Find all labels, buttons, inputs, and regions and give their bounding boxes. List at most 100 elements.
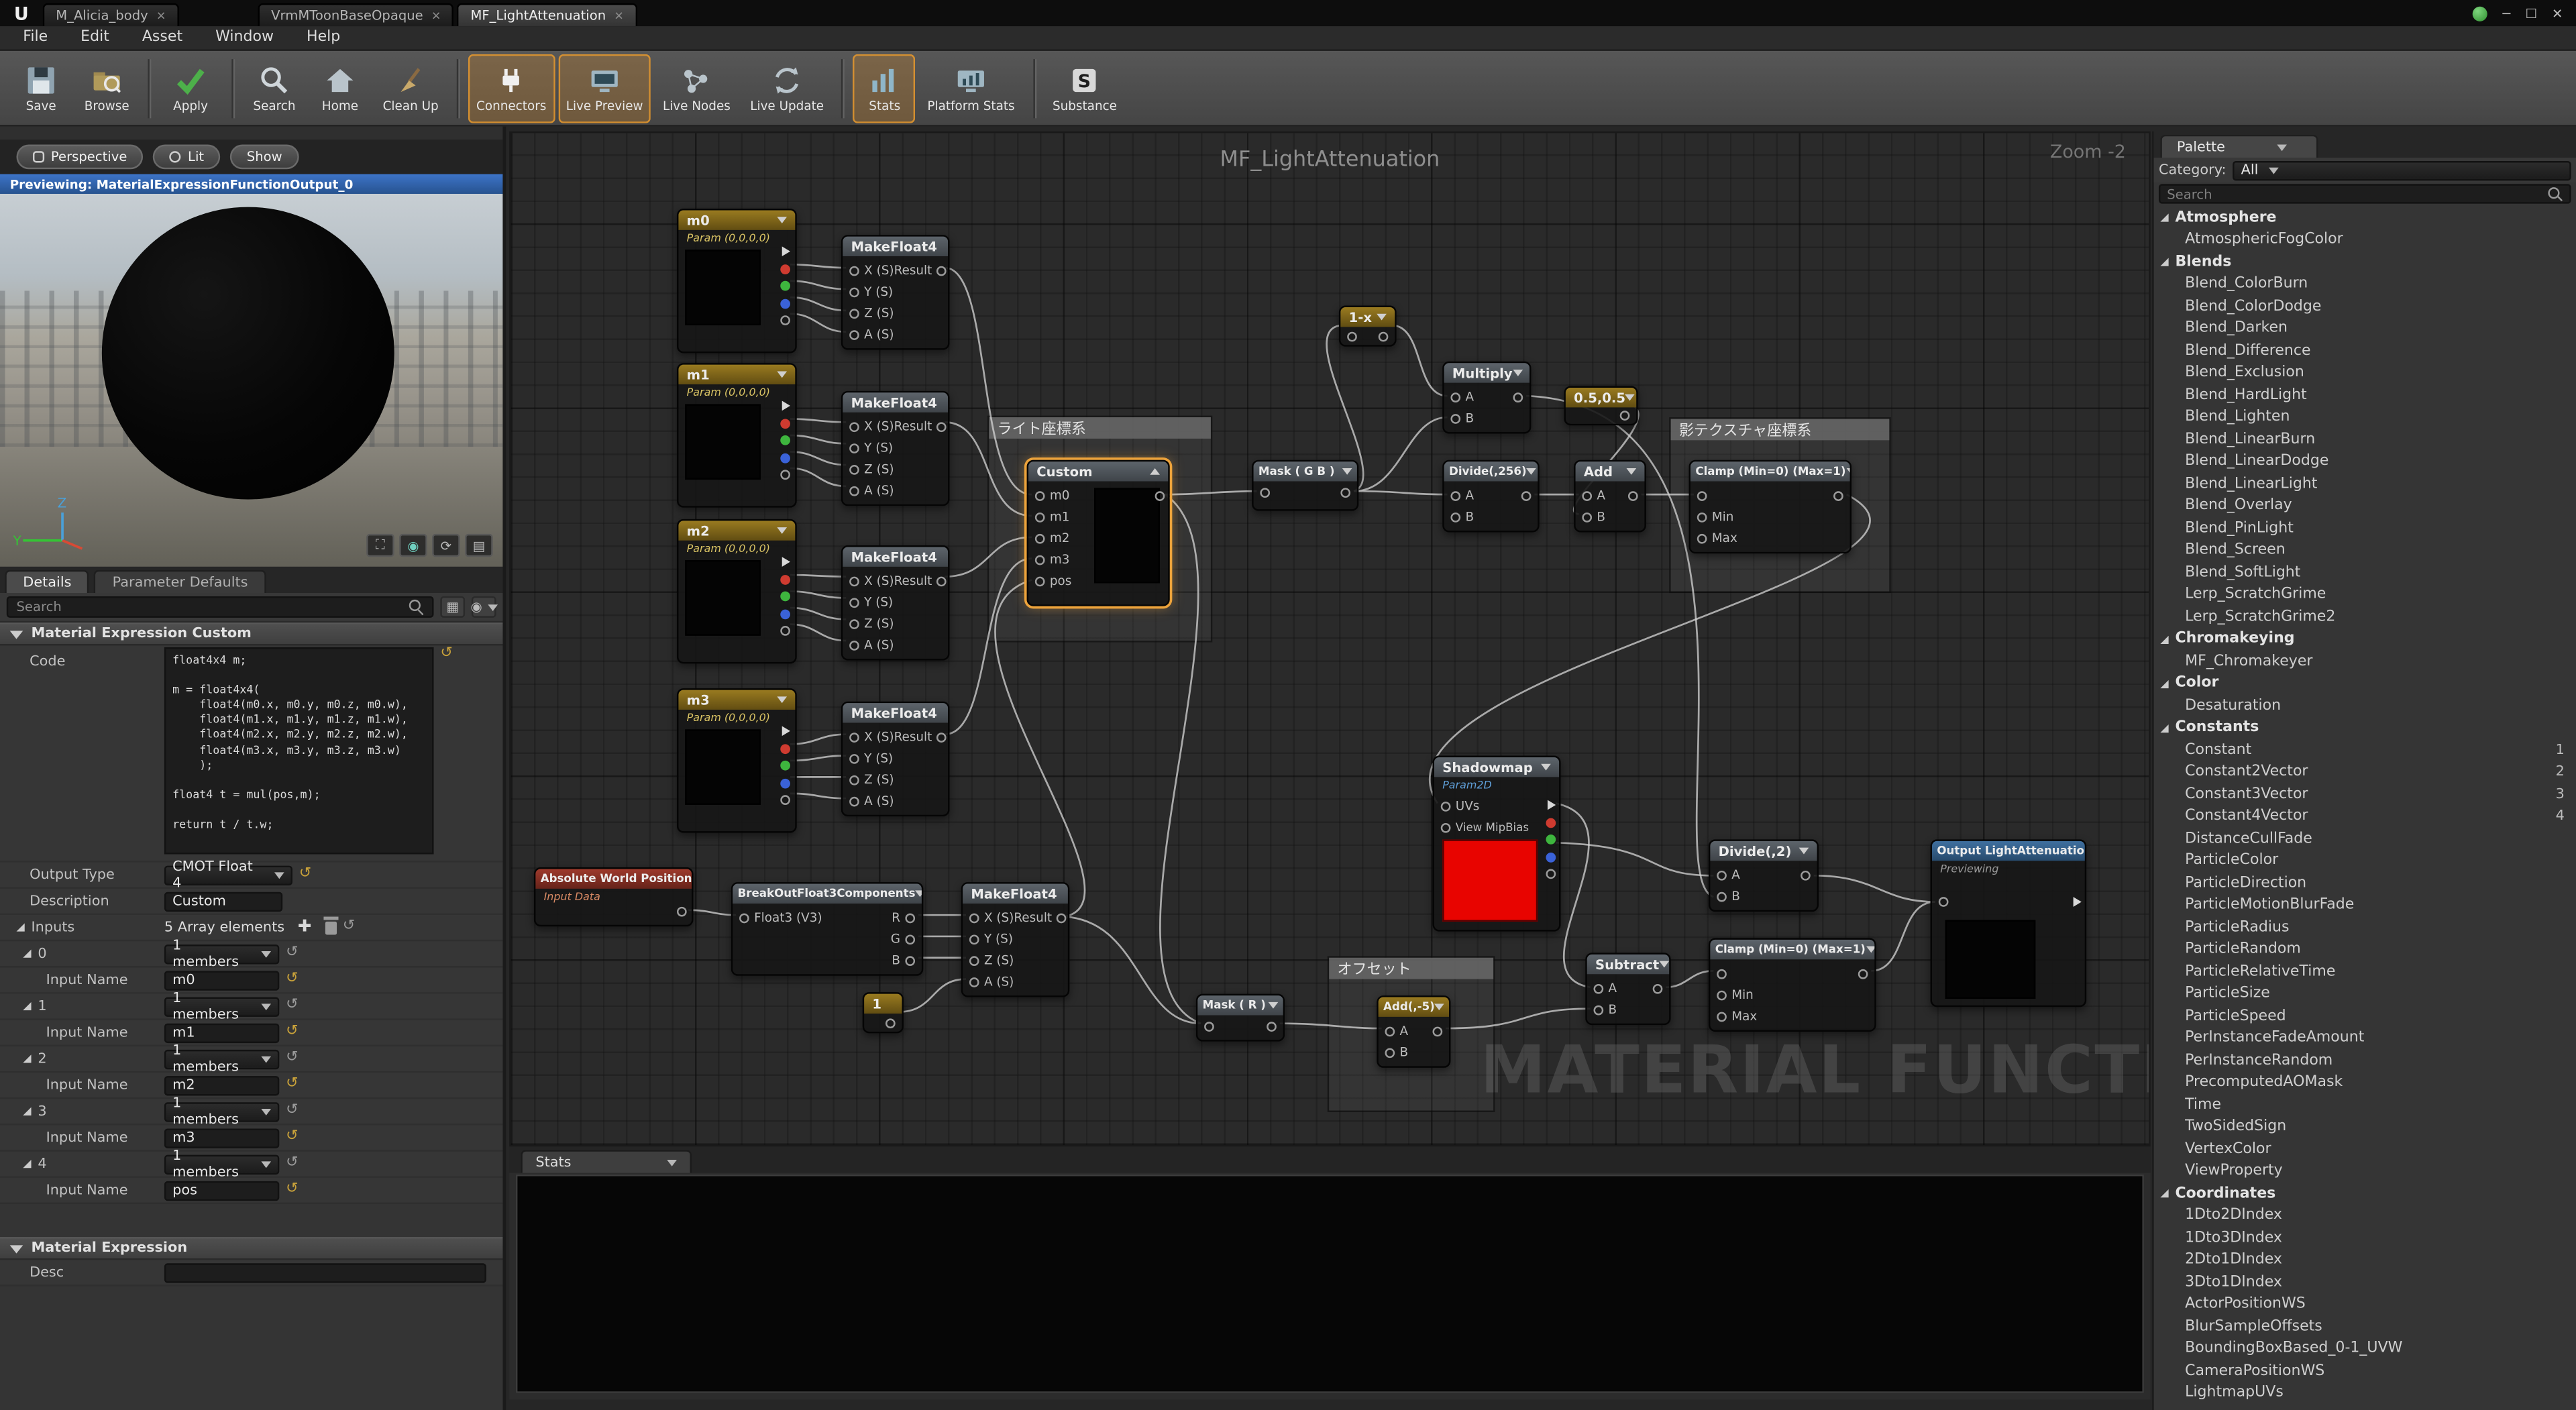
- pin-out[interactable]: [2074, 897, 2082, 907]
- palette-item[interactable]: BoundingBoxBased_0-1_UVW: [2154, 1338, 2576, 1360]
- pin-in[interactable]: [1204, 1021, 1214, 1031]
- reset-name-icon[interactable]: ↺: [286, 1025, 298, 1040]
- palette-item[interactable]: Blend_ColorDodge: [2154, 296, 2576, 318]
- minimize-button[interactable]: ─: [2503, 6, 2511, 21]
- pin-z-in[interactable]: [849, 775, 859, 785]
- pin-result-out[interactable]: [937, 576, 947, 586]
- palette-item[interactable]: Blend_Screen: [2154, 539, 2576, 561]
- palette-item[interactable]: Constant3Vector 3: [2154, 783, 2576, 806]
- search-button[interactable]: Search: [243, 54, 305, 123]
- pin-out[interactable]: [1833, 490, 1843, 500]
- pin-z-in[interactable]: [849, 308, 859, 318]
- node-half-constant[interactable]: 0.5,0.5: [1564, 386, 1638, 426]
- close-window-button[interactable]: ✕: [2552, 6, 2563, 21]
- pin-rgb-out[interactable]: [782, 246, 790, 256]
- show-button[interactable]: Show: [230, 145, 299, 170]
- pin-mipbias-in[interactable]: [1441, 822, 1451, 832]
- pin-result-out[interactable]: [1155, 491, 1165, 501]
- node-add-neg5[interactable]: Add(,-5) A B: [1377, 995, 1450, 1068]
- pin-y-in[interactable]: [849, 597, 859, 607]
- node-breakoutfloat3components[interactable]: BreakOutFloat3Components Float3 (V3)R G …: [731, 882, 924, 976]
- pin-in[interactable]: [1347, 331, 1357, 341]
- pin-b-out[interactable]: [780, 453, 790, 463]
- connectors-button[interactable]: Connectors: [468, 54, 555, 123]
- code-editor[interactable]: float4x4 m; m = float4x4( float4(m0.x, m…: [164, 647, 434, 855]
- pin-r-out[interactable]: [1546, 817, 1556, 827]
- expander-icon[interactable]: [23, 1160, 31, 1168]
- node-makefloat4-1[interactable]: MakeFloat4 X (S)Result Y (S) Z (S) A (S): [841, 235, 950, 349]
- description-field[interactable]: Custom: [164, 891, 282, 911]
- pin-out[interactable]: [885, 1018, 896, 1028]
- pin-b-in[interactable]: [1450, 413, 1460, 423]
- pin-out[interactable]: [1801, 870, 1811, 880]
- menu-help[interactable]: Help: [290, 30, 357, 46]
- palette-item[interactable]: Atmosphere: [2154, 207, 2576, 229]
- pin-m2-in[interactable]: [1035, 533, 1045, 543]
- asset-tab-m-alicia-body[interactable]: M_Alicia_body ✕: [43, 3, 179, 26]
- substance-button[interactable]: S Substance: [1044, 54, 1126, 123]
- node-oneminus[interactable]: 1-x: [1339, 306, 1397, 347]
- palette-search-input[interactable]: Search: [2159, 184, 2571, 203]
- maximize-button[interactable]: ☐: [2525, 6, 2537, 21]
- pin-b-in[interactable]: [1450, 512, 1460, 522]
- save-button[interactable]: Save: [10, 54, 72, 123]
- pin-a-in[interactable]: [849, 796, 859, 806]
- section-material-expression[interactable]: Material Expression: [0, 1237, 502, 1260]
- pin-out[interactable]: [1340, 487, 1350, 497]
- category-dropdown[interactable]: All: [2233, 160, 2571, 180]
- palette-item[interactable]: Blend_Exclusion: [2154, 362, 2576, 384]
- pin-b-out[interactable]: [780, 608, 790, 618]
- pin-y-in[interactable]: [849, 753, 859, 763]
- close-icon[interactable]: ✕: [431, 9, 441, 22]
- live-update-button[interactable]: Live Update: [742, 54, 832, 123]
- pin-float3-in[interactable]: [739, 912, 749, 922]
- pin-rgb-out[interactable]: [782, 557, 790, 567]
- pin-a-out[interactable]: [1546, 869, 1556, 879]
- reset-output-type-icon[interactable]: ↺: [299, 867, 311, 882]
- close-icon[interactable]: ✕: [156, 9, 166, 22]
- section-material-expression-custom[interactable]: Material Expression Custom: [0, 622, 502, 645]
- members-dropdown[interactable]: 1 members: [164, 944, 279, 963]
- pin-out[interactable]: [1433, 1026, 1443, 1036]
- preview-viewport[interactable]: Y Z ⛶ ◉ ⟳ ▤: [0, 194, 502, 567]
- input-name-field[interactable]: m3: [164, 1128, 279, 1147]
- palette-item[interactable]: Color: [2154, 673, 2576, 695]
- palette-item[interactable]: PerInstanceFadeAmount: [2154, 1028, 2576, 1050]
- pin-m1-in[interactable]: [1035, 512, 1045, 522]
- pin-result-out[interactable]: [937, 421, 947, 431]
- input-name-field[interactable]: m0: [164, 970, 279, 989]
- palette-item[interactable]: Chromakeying: [2154, 629, 2576, 651]
- members-dropdown[interactable]: 1 members: [164, 1154, 279, 1173]
- pin-out[interactable]: [1513, 392, 1523, 402]
- input-name-field[interactable]: m2: [164, 1075, 279, 1095]
- node-makefloat4-3[interactable]: MakeFloat4 X (S)Result Y (S) Z (S) A (S): [841, 545, 950, 660]
- pin-a-out[interactable]: [780, 795, 790, 805]
- pin-pos-in[interactable]: [1035, 576, 1045, 586]
- menu-window[interactable]: Window: [199, 30, 290, 46]
- pin-g-out[interactable]: [905, 934, 915, 944]
- pin-out[interactable]: [1620, 411, 1630, 421]
- members-dropdown[interactable]: 1 members: [164, 1101, 279, 1121]
- pin-b-in[interactable]: [1594, 1005, 1604, 1015]
- palette-item[interactable]: AtmosphericFogColor: [2154, 229, 2576, 252]
- palette-item[interactable]: Blend_LinearDodge: [2154, 451, 2576, 473]
- reset-icon[interactable]: ↺: [286, 1104, 298, 1119]
- pin-min-in[interactable]: [1697, 512, 1707, 522]
- palette-item[interactable]: TwoSidedSign: [2154, 1116, 2576, 1138]
- palette-item[interactable]: Constants: [2154, 717, 2576, 739]
- palette-item[interactable]: Constant 1: [2154, 739, 2576, 761]
- perspective-button[interactable]: Perspective: [16, 145, 143, 170]
- expander-icon[interactable]: [23, 1002, 31, 1010]
- palette-item[interactable]: MF_Chromakeyer: [2154, 651, 2576, 673]
- viewport-camera-icon[interactable]: ◉: [399, 534, 427, 557]
- pin-z-in[interactable]: [849, 464, 859, 474]
- node-shadowmap[interactable]: Shadowmap Param2D UVs View MipBias: [1433, 756, 1561, 932]
- reset-name-icon[interactable]: ↺: [286, 1183, 298, 1197]
- tab-parameter-defaults[interactable]: Parameter Defaults: [95, 570, 266, 593]
- pin-r-out[interactable]: [780, 418, 790, 428]
- add-element-icon[interactable]: ✚: [298, 918, 312, 936]
- reset-icon[interactable]: ↺: [286, 999, 298, 1014]
- lit-button[interactable]: Lit: [154, 145, 221, 170]
- reset-icon[interactable]: ↺: [286, 946, 298, 961]
- palette-item[interactable]: DistanceCullFade: [2154, 828, 2576, 850]
